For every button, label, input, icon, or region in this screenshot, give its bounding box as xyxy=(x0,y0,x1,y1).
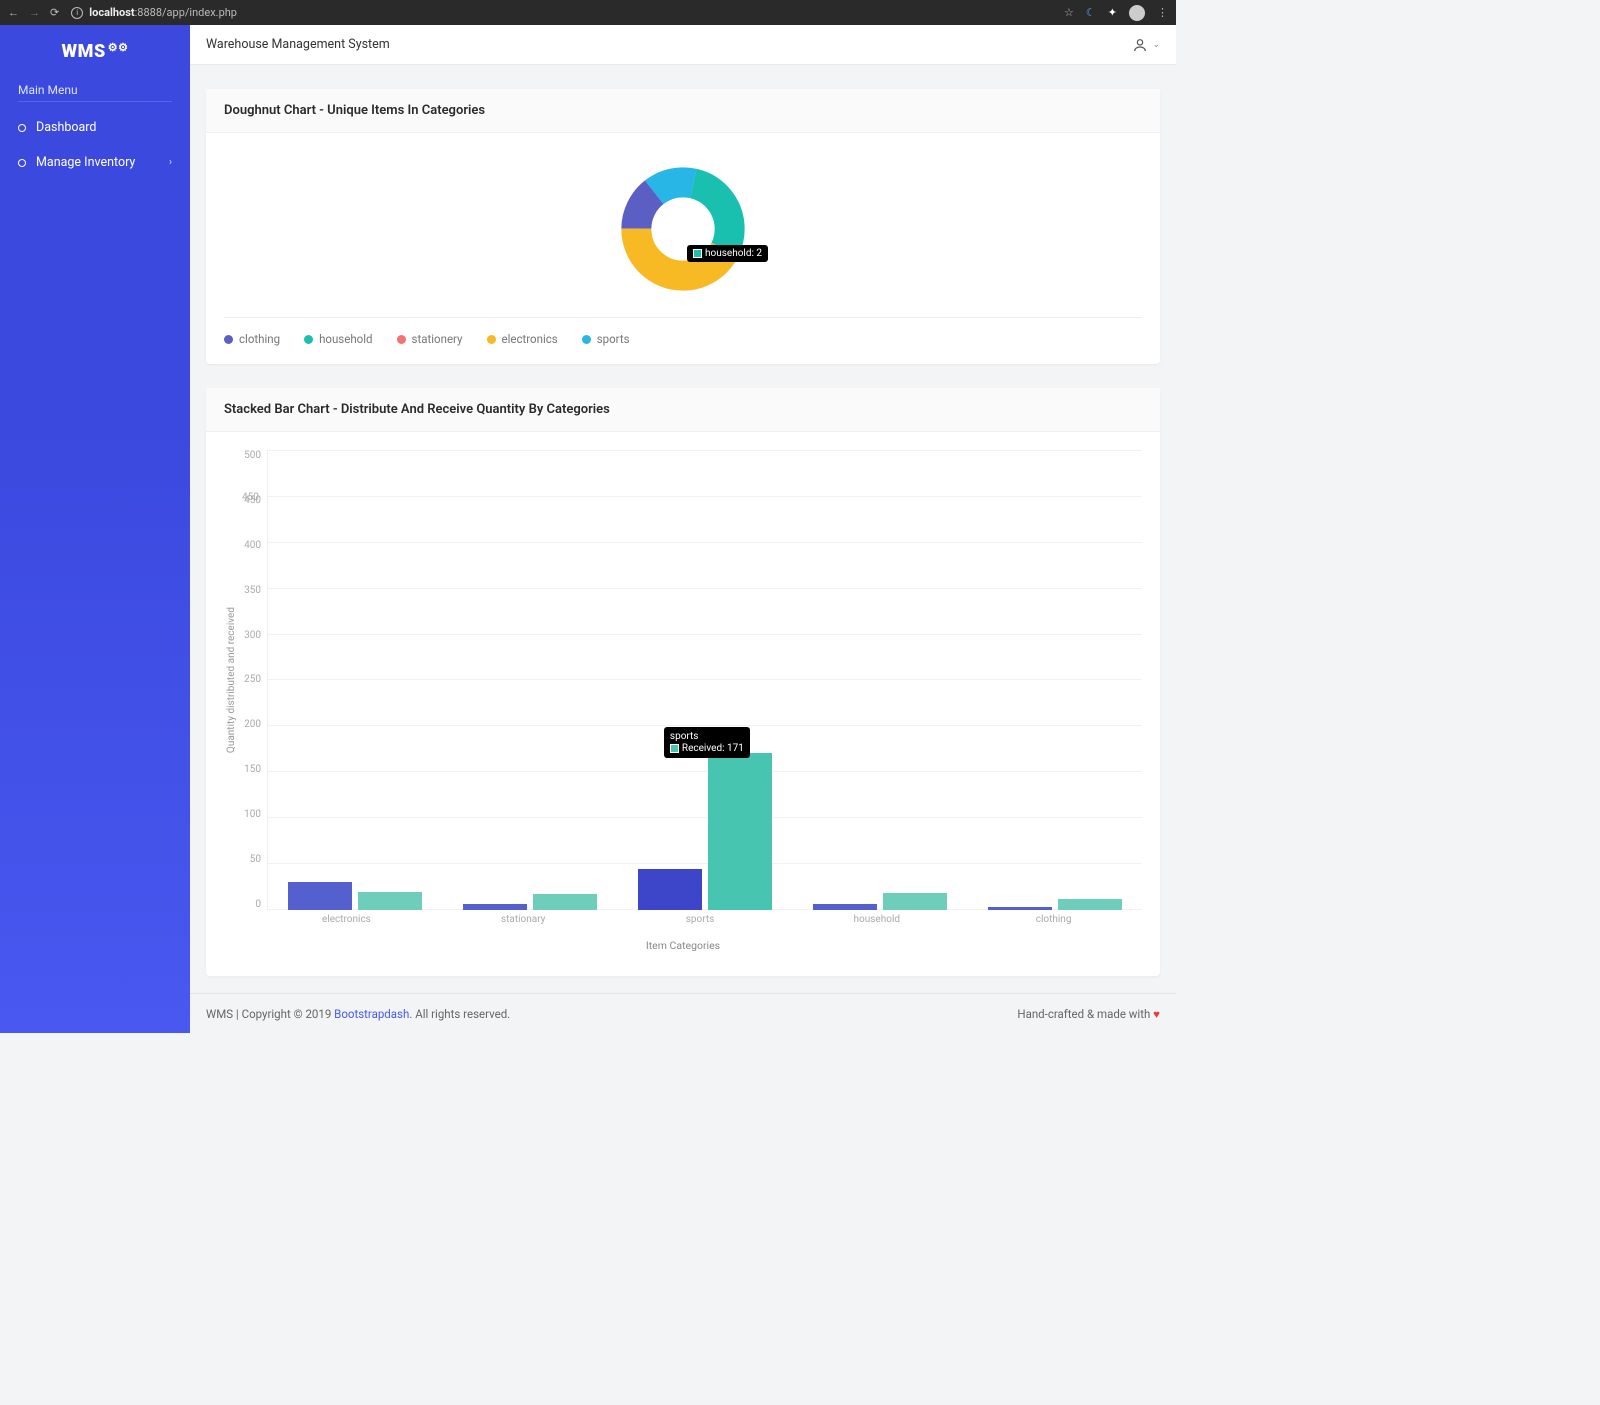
heart-icon: ♥ xyxy=(1153,1007,1160,1021)
user-menu[interactable]: ⌄ xyxy=(1132,37,1160,53)
tooltip-swatch xyxy=(693,249,702,258)
tooltip-title: sports xyxy=(670,731,744,742)
browser-toolbar: ← → ⟳ i localhost:8888/app/index.php ☆ ☾… xyxy=(0,0,1176,25)
legend-dot xyxy=(304,335,313,344)
sidebar: WMS ⚙⚙ Main Menu Dashboard Manage Invent… xyxy=(0,25,190,1033)
doughnut-tooltip: household: 2 xyxy=(687,245,768,262)
legend-item-electronics[interactable]: electronics xyxy=(487,332,558,346)
sidebar-item-label: Manage Inventory xyxy=(36,155,135,170)
menu-dots-icon[interactable]: ⋮ xyxy=(1157,6,1168,19)
forward-icon[interactable]: → xyxy=(29,6,40,19)
bar-received[interactable] xyxy=(358,892,422,910)
chevron-right-icon: › xyxy=(169,157,172,168)
sidebar-item-manage-inventory[interactable]: Manage Inventory › xyxy=(18,145,172,180)
bar-distributed[interactable] xyxy=(638,869,702,910)
legend-item-household[interactable]: household xyxy=(304,332,372,346)
tooltip-text: household: 2 xyxy=(705,248,762,259)
bar-group-clothing xyxy=(967,450,1142,910)
bar-group-stationary xyxy=(443,450,618,910)
legend-item-stationery[interactable]: stationery xyxy=(397,332,463,346)
y-axis-title: Quantity distributed and received xyxy=(224,607,239,753)
bar-distributed[interactable] xyxy=(288,882,352,910)
bar-distributed[interactable] xyxy=(988,907,1052,910)
legend-dot xyxy=(582,335,591,344)
legend-dot xyxy=(224,335,233,344)
url-text: localhost:8888/app/index.php xyxy=(89,6,237,19)
moon-icon[interactable]: ☾ xyxy=(1086,6,1096,19)
x-axis: electronics stationary sports household … xyxy=(258,910,1142,925)
bar-group-sports xyxy=(618,450,793,910)
footer: WMS | Copyright © 2019 Bootstrapdash. Al… xyxy=(190,993,1176,1033)
bar-tooltip: sports Received: 171 xyxy=(664,727,750,758)
card-title: Doughnut Chart - Unique Items In Categor… xyxy=(206,89,1160,133)
bar-chart-card: Stacked Bar Chart - Distribute And Recei… xyxy=(206,388,1160,976)
y-axis: 500 450 400 350 300 250 200 150 100 50 0 xyxy=(239,450,267,910)
bar-group-electronics xyxy=(268,450,443,910)
x-axis-title: Item Categories xyxy=(224,939,1142,952)
sidebar-item-dashboard[interactable]: Dashboard xyxy=(18,110,172,145)
logo[interactable]: WMS ⚙⚙ xyxy=(0,31,190,71)
back-icon[interactable]: ← xyxy=(8,6,19,19)
legend-item-clothing[interactable]: clothing xyxy=(224,332,280,346)
bullet-icon xyxy=(18,159,26,167)
doughnut-chart xyxy=(613,159,753,299)
bar-received[interactable] xyxy=(533,894,597,910)
card-title: Stacked Bar Chart - Distribute And Recei… xyxy=(206,388,1160,432)
bar-group-household xyxy=(792,450,967,910)
legend-dot xyxy=(397,335,406,344)
legend-item-sports[interactable]: sports xyxy=(582,332,630,346)
bar-distributed[interactable] xyxy=(463,904,527,910)
sidebar-item-label: Dashboard xyxy=(36,120,96,135)
menu-section-header: Main Menu xyxy=(18,79,172,102)
footer-link[interactable]: Bootstrapdash xyxy=(334,1007,409,1021)
profile-avatar-icon[interactable] xyxy=(1129,5,1145,21)
page-title: Warehouse Management System xyxy=(206,37,390,52)
tooltip-value: Received: 171 xyxy=(682,743,744,754)
gears-icon: ⚙⚙ xyxy=(108,41,129,54)
chart-legend: clothing household stationery electronic… xyxy=(224,317,1142,346)
bar-chart: Quantity distributed and received 500 45… xyxy=(224,450,1142,910)
footer-right: Hand-crafted & made with ♥ xyxy=(1017,1007,1160,1021)
site-info-icon[interactable]: i xyxy=(71,7,83,19)
footer-left: WMS | Copyright © 2019 Bootstrapdash. Al… xyxy=(206,1007,510,1021)
star-icon[interactable]: ☆ xyxy=(1064,6,1074,19)
reload-icon[interactable]: ⟳ xyxy=(50,6,59,19)
tooltip-swatch xyxy=(670,744,679,753)
bar-received[interactable] xyxy=(883,893,947,910)
extensions-icon[interactable]: ✦ xyxy=(1108,6,1117,19)
bar-received[interactable] xyxy=(708,753,772,910)
topbar: Warehouse Management System ⌄ xyxy=(190,25,1176,65)
user-icon xyxy=(1132,37,1148,53)
bar-distributed[interactable] xyxy=(813,904,877,910)
chevron-down-icon: ⌄ xyxy=(1152,40,1160,50)
doughnut-chart-card: Doughnut Chart - Unique Items In Categor… xyxy=(206,89,1160,364)
legend-dot xyxy=(487,335,496,344)
logo-text: WMS xyxy=(62,41,106,62)
extra-y-tick: 450 xyxy=(242,492,259,503)
bar-received[interactable] xyxy=(1058,899,1122,910)
bullet-icon xyxy=(18,124,26,132)
